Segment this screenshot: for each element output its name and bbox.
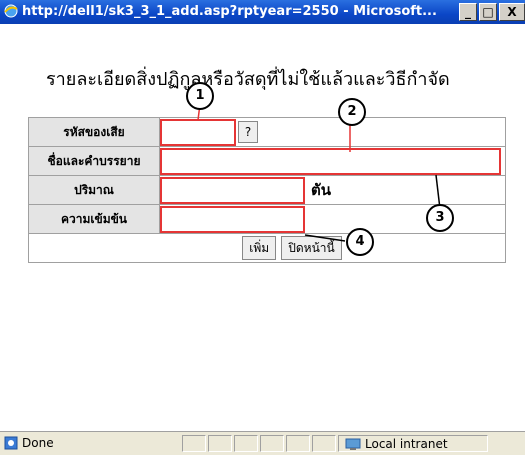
annotation-marker-1: 1 <box>186 82 214 110</box>
browser-window: http://dell1/sk3_3_1_add.asp?rptyear=255… <box>0 0 525 455</box>
window-title: http://dell1/sk3_3_1_add.asp?rptyear=255… <box>22 4 437 19</box>
zone-text: Local intranet <box>365 437 448 451</box>
title-bar: http://dell1/sk3_3_1_add.asp?rptyear=255… <box>0 0 525 24</box>
status-pane <box>234 435 258 452</box>
annotation-marker-2: 2 <box>338 98 366 126</box>
status-pane <box>260 435 284 452</box>
status-text: Done <box>22 436 54 450</box>
close-window-button[interactable]: X <box>499 3 525 21</box>
maximize-button[interactable]: □ <box>479 3 497 21</box>
status-pane <box>286 435 310 452</box>
status-bar: Done Local intranet <box>0 431 525 455</box>
page-icon <box>4 436 18 450</box>
intranet-icon <box>345 438 361 450</box>
status-pane <box>182 435 206 452</box>
minimize-button[interactable]: _ <box>459 3 477 21</box>
status-pane <box>208 435 232 452</box>
zone-pane: Local intranet <box>338 435 488 452</box>
ie-icon <box>4 4 18 18</box>
annotation-marker-4: 4 <box>346 228 374 256</box>
annotation-marker-3: 3 <box>426 204 454 232</box>
status-pane <box>312 435 336 452</box>
page-content: รายละเอียดสิ่งปฏิกูลหรือวัสดุที่ไม่ใช้แล… <box>0 24 525 431</box>
